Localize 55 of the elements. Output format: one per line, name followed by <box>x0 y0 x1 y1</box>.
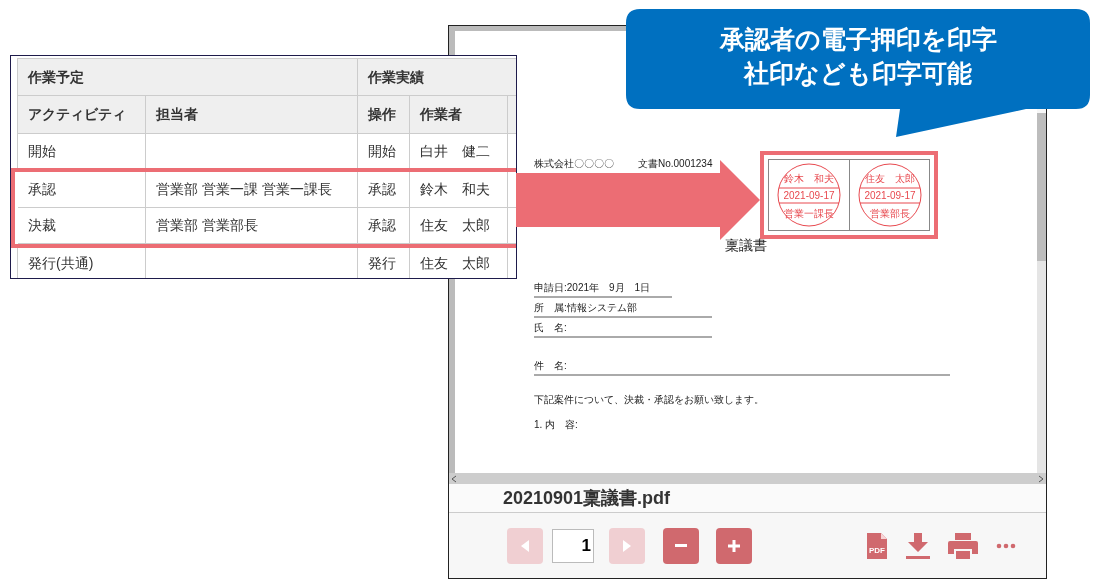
page-number-field[interactable]: 1 <box>552 528 594 563</box>
table-cell-text: 営業部 営業部長 <box>156 216 258 235</box>
table-cell-text: 開始 <box>368 142 396 161</box>
document-title: 稟議書 <box>725 236 767 255</box>
form-field: 件 名: <box>534 356 950 376</box>
table-cell-text: 承認 <box>368 216 396 235</box>
vertical-scrollbar[interactable] <box>1037 113 1046 473</box>
table-cell-text: 発行 <box>368 254 396 273</box>
zoom-in-button[interactable] <box>716 527 752 564</box>
stamp-title: 営業部長 <box>869 208 910 219</box>
minus-icon <box>675 544 687 547</box>
callout-text: 承認者の電子押印を印字 <box>719 24 997 55</box>
horizontal-scrollbar[interactable] <box>449 473 1046 484</box>
seal-ring <box>858 163 921 227</box>
callout-text: 社印なども印字可能 <box>744 58 972 89</box>
print-icon[interactable] <box>948 531 978 560</box>
table-cell-text: 住友 太郎 <box>420 254 490 273</box>
more-icon[interactable] <box>996 542 1016 549</box>
stamp-name: 住友 太郎 <box>864 173 915 184</box>
company-name: 株式会社〇〇〇〇 <box>534 157 614 171</box>
plus-icon <box>728 539 740 552</box>
form-field: 所 属:情報システム部 <box>534 298 712 318</box>
request-sentence: 下記案件について、決裁・承認をお願い致します。 <box>534 393 764 407</box>
table-cell-text: 白井 健二 <box>420 142 490 161</box>
stamp-date: 2021-09-17 <box>783 190 835 201</box>
table-cell-text: 承認 <box>28 180 56 199</box>
table-cell-text: 承認 <box>368 180 396 199</box>
file-name: 20210901稟議書.pdf <box>503 486 671 510</box>
stamp-date: 2021-09-17 <box>863 190 916 201</box>
pdf-file-icon[interactable]: PDF <box>866 531 888 560</box>
form-field: 申請日:2021年 9月 1日 <box>534 278 672 298</box>
seal-ring <box>777 163 841 227</box>
triangle-right-icon <box>623 539 631 552</box>
stamp-name: 鈴木 和夫 <box>784 173 834 184</box>
zoom-out-button[interactable] <box>663 527 699 564</box>
document-number: 文書No.0001234 <box>638 157 713 171</box>
column-group-header: 作業実績 <box>368 67 424 87</box>
triangle-left-icon <box>521 539 529 552</box>
scroll-right-icon[interactable] <box>1038 474 1044 483</box>
table-cell-text: 発行(共通) <box>28 254 94 273</box>
table-cell-text: 営業部 営業一課 営業一課長 <box>156 180 332 199</box>
section-heading: 1. 内 容: <box>534 418 578 432</box>
table-cell-text: 決裁 <box>28 216 56 235</box>
column-header: 操作 <box>368 105 396 124</box>
stamp-title: 営業一課長 <box>784 208 834 219</box>
column-header: 作業者 <box>420 105 462 124</box>
table-cell-text: 住友 太郎 <box>420 216 490 235</box>
column-header: 担当者 <box>156 105 198 124</box>
table-cell-text: 開始 <box>28 142 56 161</box>
column-group-header: 作業予定 <box>28 67 84 87</box>
column-header: アクティビティ <box>28 105 126 124</box>
form-field: 氏 名: <box>534 318 712 338</box>
scroll-left-icon[interactable] <box>451 474 457 483</box>
download-icon[interactable] <box>906 531 930 560</box>
table-cell-text: 鈴木 和夫 <box>420 180 490 199</box>
